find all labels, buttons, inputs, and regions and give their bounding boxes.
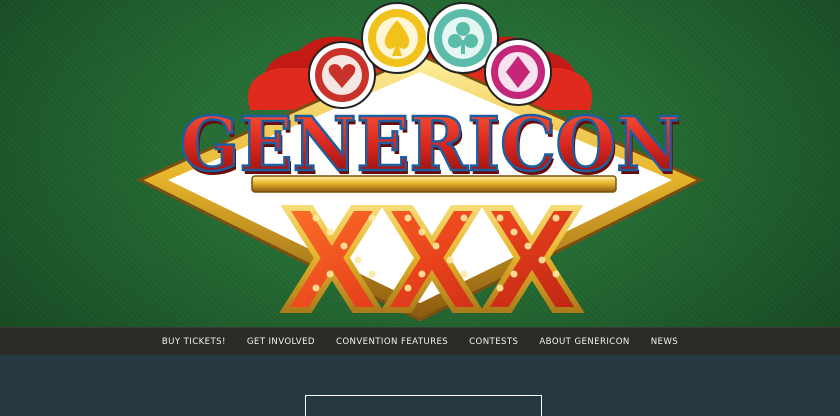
logo-text: GENERICON (180, 102, 680, 188)
nav-item-about-genericon[interactable]: ABOUT GENERICON (529, 328, 640, 356)
content-box-outline (305, 395, 542, 416)
logo-wordmark: GENERICON GENERICON (179, 101, 682, 193)
hero-banner: GENERICON GENERICON XXX (0, 0, 840, 327)
main-nav: BUY TICKETS! GET INVOLVED CONVENTION FEA… (0, 327, 840, 356)
site-logo[interactable]: GENERICON GENERICON XXX (0, 0, 840, 327)
main-content (0, 355, 840, 416)
nav-item-news[interactable]: NEWS (640, 328, 688, 356)
chip-spade-icon (361, 2, 433, 74)
nav-item-convention-features[interactable]: CONVENTION FEATURES (325, 328, 458, 356)
chip-diamond-icon (484, 38, 552, 106)
logo-numeral-text: XXX (282, 181, 582, 327)
nav-item-get-involved[interactable]: GET INVOLVED (236, 328, 325, 356)
logo-numeral: XXX (279, 178, 585, 327)
nav-item-buy-tickets[interactable]: BUY TICKETS! (151, 328, 236, 356)
nav-item-contests[interactable]: CONTESTS (459, 328, 529, 356)
